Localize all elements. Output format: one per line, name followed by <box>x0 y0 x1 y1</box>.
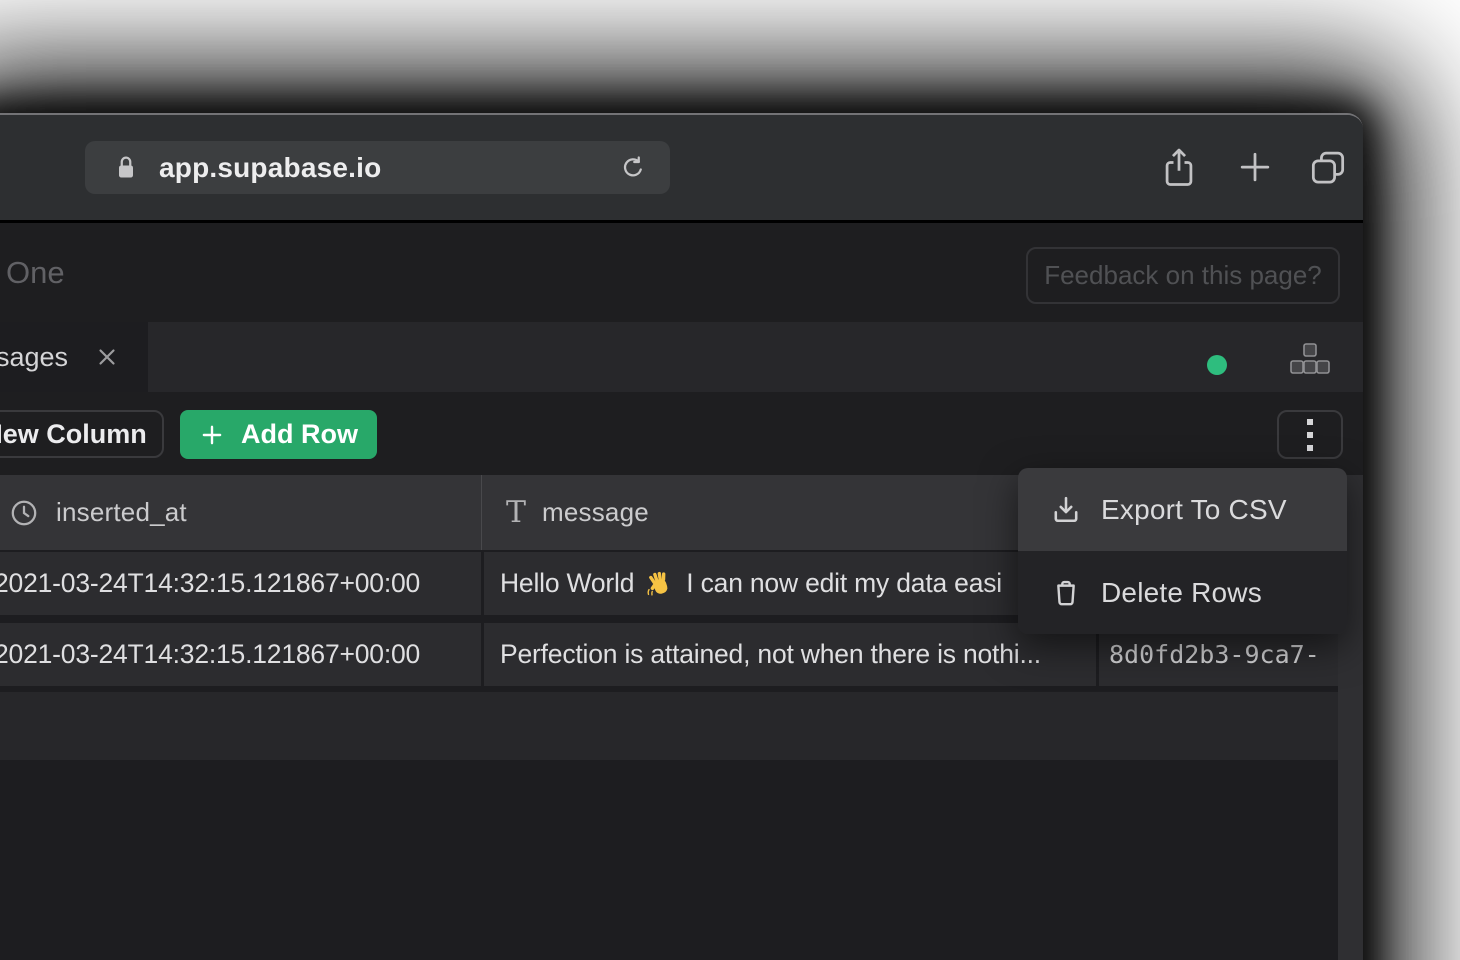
feedback-button[interactable]: Feedback on this page? <box>1026 247 1340 304</box>
tab-messages[interactable]: sages <box>0 322 148 392</box>
lock-icon <box>111 151 141 185</box>
schema-diagram-icon[interactable] <box>1290 342 1330 376</box>
plus-icon <box>199 422 225 448</box>
menu-item-export-csv[interactable]: Export To CSV <box>1018 468 1347 551</box>
tab-label: sages <box>0 342 68 373</box>
text-icon: T <box>506 495 526 530</box>
status-dot <box>1207 355 1227 375</box>
trash-icon <box>1046 576 1086 610</box>
table-options-button[interactable] <box>1277 410 1343 459</box>
new-tab-icon[interactable] <box>1233 145 1277 191</box>
column-header-message[interactable]: T message <box>482 475 1095 550</box>
share-icon[interactable] <box>1157 145 1201 191</box>
cell-message[interactable]: Perfection is attained, not when there i… <box>484 623 1096 686</box>
kebab-menu-icon <box>1307 419 1313 425</box>
column-label: inserted_at <box>56 497 187 528</box>
tabs-overview-icon[interactable] <box>1306 145 1350 191</box>
project-title: One <box>6 255 65 291</box>
desktop-background: app.supabase.io <box>0 0 1460 960</box>
add-row-button[interactable]: Add Row <box>180 410 377 459</box>
menu-item-delete-rows[interactable]: Delete Rows <box>1018 551 1347 634</box>
waving-hand-emoji <box>645 569 675 599</box>
cell-message[interactable]: Hello World <box>484 552 1096 615</box>
new-column-button[interactable]: New Column <box>0 410 164 458</box>
column-label: message <box>542 497 649 528</box>
new-row-strip[interactable] <box>0 692 1338 760</box>
table-options-menu: Export To CSV Delete Rows <box>1018 468 1347 634</box>
address-bar[interactable]: app.supabase.io <box>85 141 670 194</box>
reload-icon[interactable] <box>618 153 648 183</box>
close-icon[interactable] <box>94 344 120 370</box>
clock-icon <box>8 497 40 529</box>
add-row-label: Add Row <box>241 419 358 450</box>
app-header: One Feedback on this page? <box>0 223 1363 322</box>
browser-window: app.supabase.io <box>0 113 1363 960</box>
browser-toolbar: app.supabase.io <box>0 115 1363 220</box>
editor-tab-bar: sages <box>0 322 1363 392</box>
cell-inserted-at[interactable]: 2021-03-24T14:32:15.121867+00:00 <box>0 623 481 686</box>
table-toolbar: New Column Add Row <box>0 392 1363 475</box>
cell-inserted-at[interactable]: 2021-03-24T14:32:15.121867+00:00 <box>0 552 481 615</box>
download-icon <box>1046 493 1086 527</box>
address-text: app.supabase.io <box>159 152 381 184</box>
column-header-inserted-at[interactable]: inserted_at <box>0 475 481 550</box>
